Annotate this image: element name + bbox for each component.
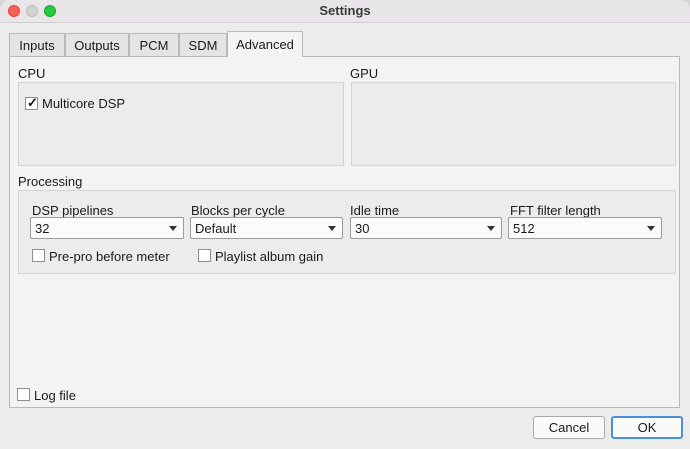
prepro-before-meter-checkbox[interactable]	[32, 249, 45, 262]
title-bar[interactable]: Settings	[0, 0, 690, 23]
tab-sdm[interactable]: SDM	[179, 33, 227, 56]
chevron-down-icon	[169, 226, 177, 231]
blocks-per-cycle-label: Blocks per cycle	[191, 203, 285, 218]
tab-pcm[interactable]: PCM	[129, 33, 179, 56]
idle-time-label: Idle time	[350, 203, 400, 218]
idle-time-select[interactable]: 30	[350, 217, 502, 239]
playlist-album-gain-label: Playlist album gain	[215, 249, 324, 264]
gpu-group	[351, 82, 676, 166]
log-file-checkbox[interactable]	[17, 388, 30, 401]
processing-section-label: Processing	[18, 174, 83, 189]
fft-filter-length-value: 512	[513, 221, 535, 236]
checkmark-icon: ✓	[27, 95, 38, 110]
idle-time-value: 30	[355, 221, 370, 236]
chevron-down-icon	[328, 226, 336, 231]
chevron-down-icon	[647, 226, 655, 231]
tab-outputs[interactable]: Outputs	[65, 33, 129, 56]
cpu-group	[18, 82, 344, 166]
window-title: Settings	[319, 3, 371, 18]
multicore-dsp-checkbox[interactable]: ✓	[25, 95, 38, 110]
cancel-button[interactable]: Cancel	[533, 416, 605, 439]
ok-button[interactable]: OK	[611, 416, 683, 439]
chevron-down-icon	[487, 226, 495, 231]
blocks-per-cycle-select[interactable]: Default	[190, 217, 343, 239]
playlist-album-gain-checkbox[interactable]	[198, 249, 211, 262]
fft-filter-length-select[interactable]: 512	[508, 217, 662, 239]
dsp-pipelines-value: 32	[35, 221, 50, 236]
prepro-before-meter-label: Pre-pro before meter	[49, 249, 170, 264]
settings-window: Settings Inputs Outputs PCM SDM Advanced…	[0, 0, 690, 449]
tab-inputs[interactable]: Inputs	[9, 33, 65, 56]
dsp-pipelines-select[interactable]: 32	[30, 217, 184, 239]
gpu-section-label: GPU	[350, 66, 379, 81]
log-file-label: Log file	[34, 388, 76, 403]
fft-filter-length-label: FFT filter length	[510, 203, 601, 218]
dsp-pipelines-label: DSP pipelines	[32, 203, 114, 218]
blocks-per-cycle-value: Default	[195, 221, 237, 236]
multicore-dsp-label: Multicore DSP	[42, 96, 126, 111]
tab-advanced[interactable]: Advanced	[227, 31, 303, 57]
cpu-section-label: CPU	[18, 66, 46, 81]
